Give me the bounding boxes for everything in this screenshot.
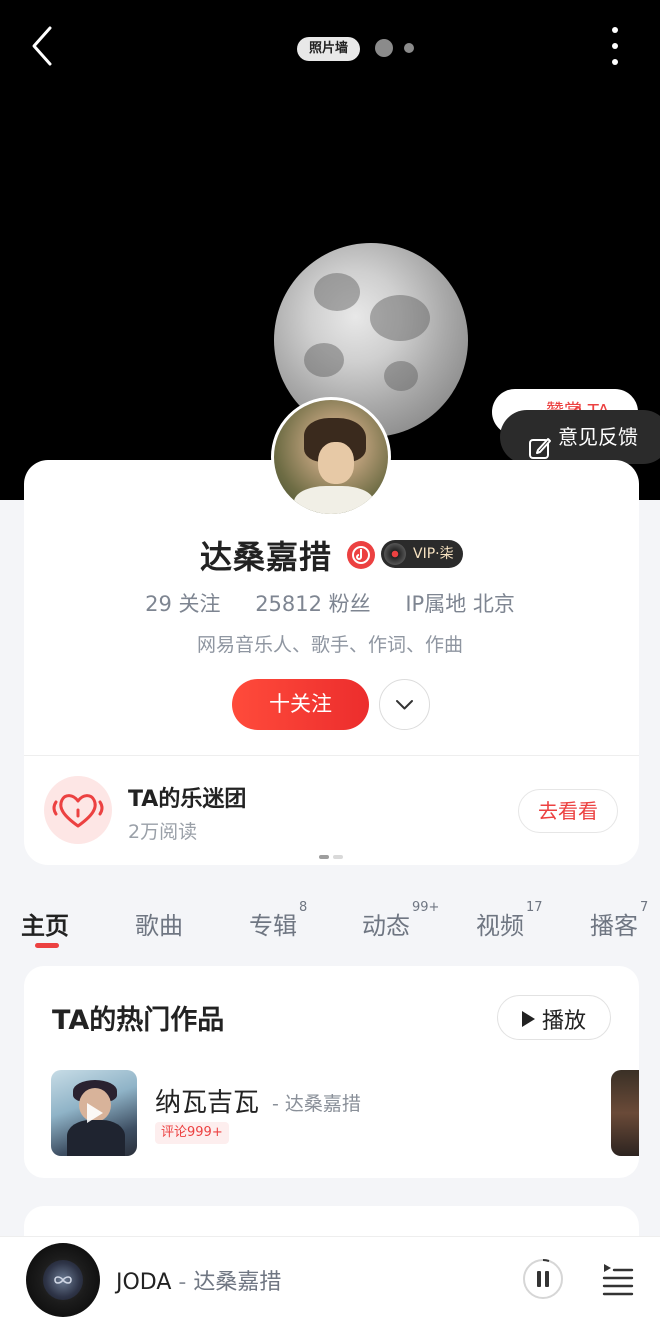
- feedback-label: 意见反馈: [558, 425, 638, 449]
- active-tab-indicator: [35, 943, 59, 948]
- feedback-button[interactable]: 意见反馈: [500, 410, 660, 464]
- fan-club-title[interactable]: TA的乐迷团: [128, 781, 246, 813]
- card-page-indicator: [319, 855, 329, 859]
- tab-moments[interactable]: 动态99+: [362, 900, 439, 941]
- photo-wall-label[interactable]: 照片墙: [297, 37, 361, 61]
- tab-songs[interactable]: 歌曲: [135, 906, 183, 941]
- artist-name: 达桑嘉措: [200, 538, 333, 576]
- photo-page-dot-icon: [404, 43, 414, 53]
- fan-club-heart-icon[interactable]: [44, 776, 112, 844]
- card-page-indicator: [333, 855, 343, 859]
- now-playing-separator: -: [171, 1270, 194, 1295]
- top-bar: 照片墙: [0, 0, 660, 90]
- now-playing-disc[interactable]: [26, 1243, 100, 1317]
- tab-podcasts[interactable]: 播客7: [590, 900, 648, 941]
- play-all-label: 播放: [542, 1009, 587, 1034]
- comment-count-badge: 评论999+: [155, 1122, 229, 1144]
- more-options-icon[interactable]: [600, 24, 630, 68]
- back-icon[interactable]: [26, 24, 66, 68]
- following-count[interactable]: 29 关注: [145, 592, 220, 616]
- vip-badge[interactable]: VIP·柒: [381, 540, 463, 568]
- fan-club-reads: 2万阅读: [128, 821, 198, 843]
- tab-home[interactable]: 主页: [21, 906, 69, 941]
- vip-label: VIP·柒: [413, 546, 454, 562]
- now-playing-song: JODA: [116, 1270, 172, 1295]
- now-playing-text[interactable]: JODA - 达桑嘉措: [116, 1264, 281, 1296]
- next-song-cover[interactable]: [611, 1070, 639, 1156]
- vinyl-icon: [384, 543, 406, 565]
- avatar[interactable]: [271, 397, 391, 517]
- pause-icon[interactable]: [522, 1258, 564, 1300]
- divider: [24, 755, 639, 756]
- hot-works-title: TA的热门作品: [52, 1005, 225, 1036]
- song-artist: - 达桑嘉措: [272, 1093, 361, 1115]
- play-icon: [520, 1009, 536, 1034]
- artist-tags: 网易音乐人、歌手、作词、作曲: [196, 634, 463, 656]
- play-all-button[interactable]: 播放: [497, 995, 611, 1040]
- photo-page-dot-icon: [375, 39, 393, 57]
- tab-albums[interactable]: 专辑8: [249, 900, 307, 941]
- fan-club-view-button[interactable]: 去看看: [518, 789, 618, 833]
- chevron-down-icon[interactable]: [379, 679, 430, 730]
- play-icon: [82, 1101, 106, 1129]
- profile-stats: 29 关注 25812 粉丝 IP属地 北京: [0, 588, 660, 618]
- musician-badge-icon[interactable]: [347, 541, 375, 569]
- followers-count[interactable]: 25812 粉丝: [255, 592, 370, 616]
- playlist-icon[interactable]: [600, 1260, 636, 1296]
- tab-videos[interactable]: 视频17: [476, 900, 543, 941]
- follow-button[interactable]: 十关注: [232, 679, 369, 730]
- ip-location: IP属地 北京: [405, 592, 515, 616]
- now-playing-artist: 达桑嘉措: [193, 1270, 282, 1295]
- song-cover[interactable]: [51, 1070, 137, 1156]
- song-title[interactable]: 纳瓦吉瓦: [155, 1082, 259, 1119]
- profile-tabs: 主页 歌曲 专辑8 动态99+ 视频17 播客7: [0, 900, 660, 950]
